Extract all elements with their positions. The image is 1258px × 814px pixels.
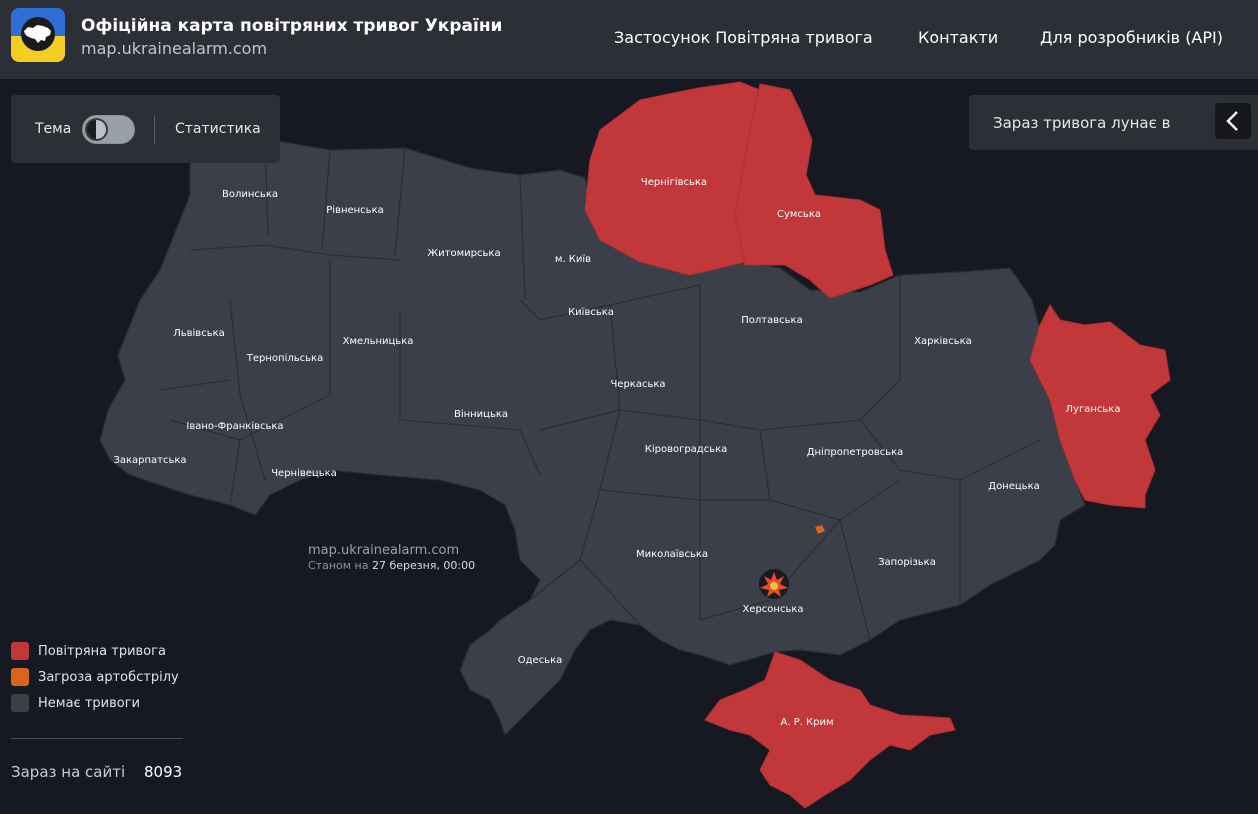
chevron-left-icon [1226,111,1238,131]
region-label: Чернігівська [641,176,707,188]
region-label: Київська [568,307,614,318]
region-label: А. Р. Крим [780,717,833,728]
region-label: Черкаська [610,379,665,390]
map-regions [99,137,1086,737]
legend-swatch [11,642,29,660]
legend-divider [11,738,183,739]
region-label: Львівська [173,327,225,339]
region-label: Полтавська [741,315,802,326]
statistics-link[interactable]: Статистика [175,121,261,137]
ukraine-alert-map: Волинська Рівненська Житомирська м. Київ… [99,81,1171,809]
map-status-date: Станом на 27 березня, 00:00 [308,559,475,572]
legend-label: Повітряна тривога [38,644,166,659]
region-label: Харківська [914,335,972,347]
region-label: Рівненська [326,204,384,216]
nav-api-link[interactable]: Для розробників (API) [1040,28,1223,47]
region-label: Одеська [518,655,563,666]
online-users-label: Зараз на сайті [11,763,126,781]
region-label: Миколаївська [636,549,708,560]
site-url: map.ukrainealarm.com [81,39,268,58]
region-label: Запорізька [878,556,936,568]
region-label: Сумська [777,209,821,220]
region-label: Кіровоградська [645,443,728,455]
theme-stats-panel: Тема Статистика [11,95,280,163]
nav-app-link[interactable]: Застосунок Повітряна тривога [614,28,873,47]
nav-contacts-link[interactable]: Контакти [918,28,998,47]
status-prefix: Станом на [308,559,369,572]
legend-swatch [11,694,29,712]
map-watermark-url: map.ukrainealarm.com [308,543,460,558]
region-label: Луганська [1066,404,1121,415]
online-users-count: 8093 [144,763,183,781]
active-alerts-title: Зараз тривога лунає в [993,114,1171,132]
site-header: Офіційна карта повітряних тривог України… [0,0,1258,79]
region-label: Хмельницька [343,336,414,347]
region-label: Волинська [222,189,278,200]
region-crimea-alarm[interactable] [704,651,956,809]
theme-toggle-knob-icon [85,118,108,141]
region-label: Вінницька [454,408,508,420]
legend-label: Загроза артобстрілу [38,670,179,685]
region-label: Закарпатська [113,455,186,466]
region-label: м. Київ [555,254,591,265]
panel-expand-button[interactable] [1215,103,1251,139]
region-label: Чернівецька [271,467,337,479]
region-label: Житомирська [427,248,500,259]
region-label: Тернопільська [246,352,323,364]
status-date-value: 27 березня, 00:00 [371,559,476,572]
ukraine-map-logo-icon[interactable] [11,8,65,62]
active-alerts-panel: Зараз тривога лунає в [969,95,1258,150]
explosion-icon[interactable] [757,567,791,601]
legend-label: Немає тривоги [38,696,140,711]
theme-toggle[interactable] [82,115,135,144]
site-title: Офіційна карта повітряних тривог України [81,16,503,36]
panel-divider [154,115,155,145]
region-label: Донецька [988,481,1040,492]
theme-label: Тема [35,121,72,137]
region-label: Херсонська [742,604,803,615]
region-label: Івано-Франківська [186,420,283,432]
region-label: Дніпропетровська [807,446,904,458]
legend-swatch [11,668,29,686]
